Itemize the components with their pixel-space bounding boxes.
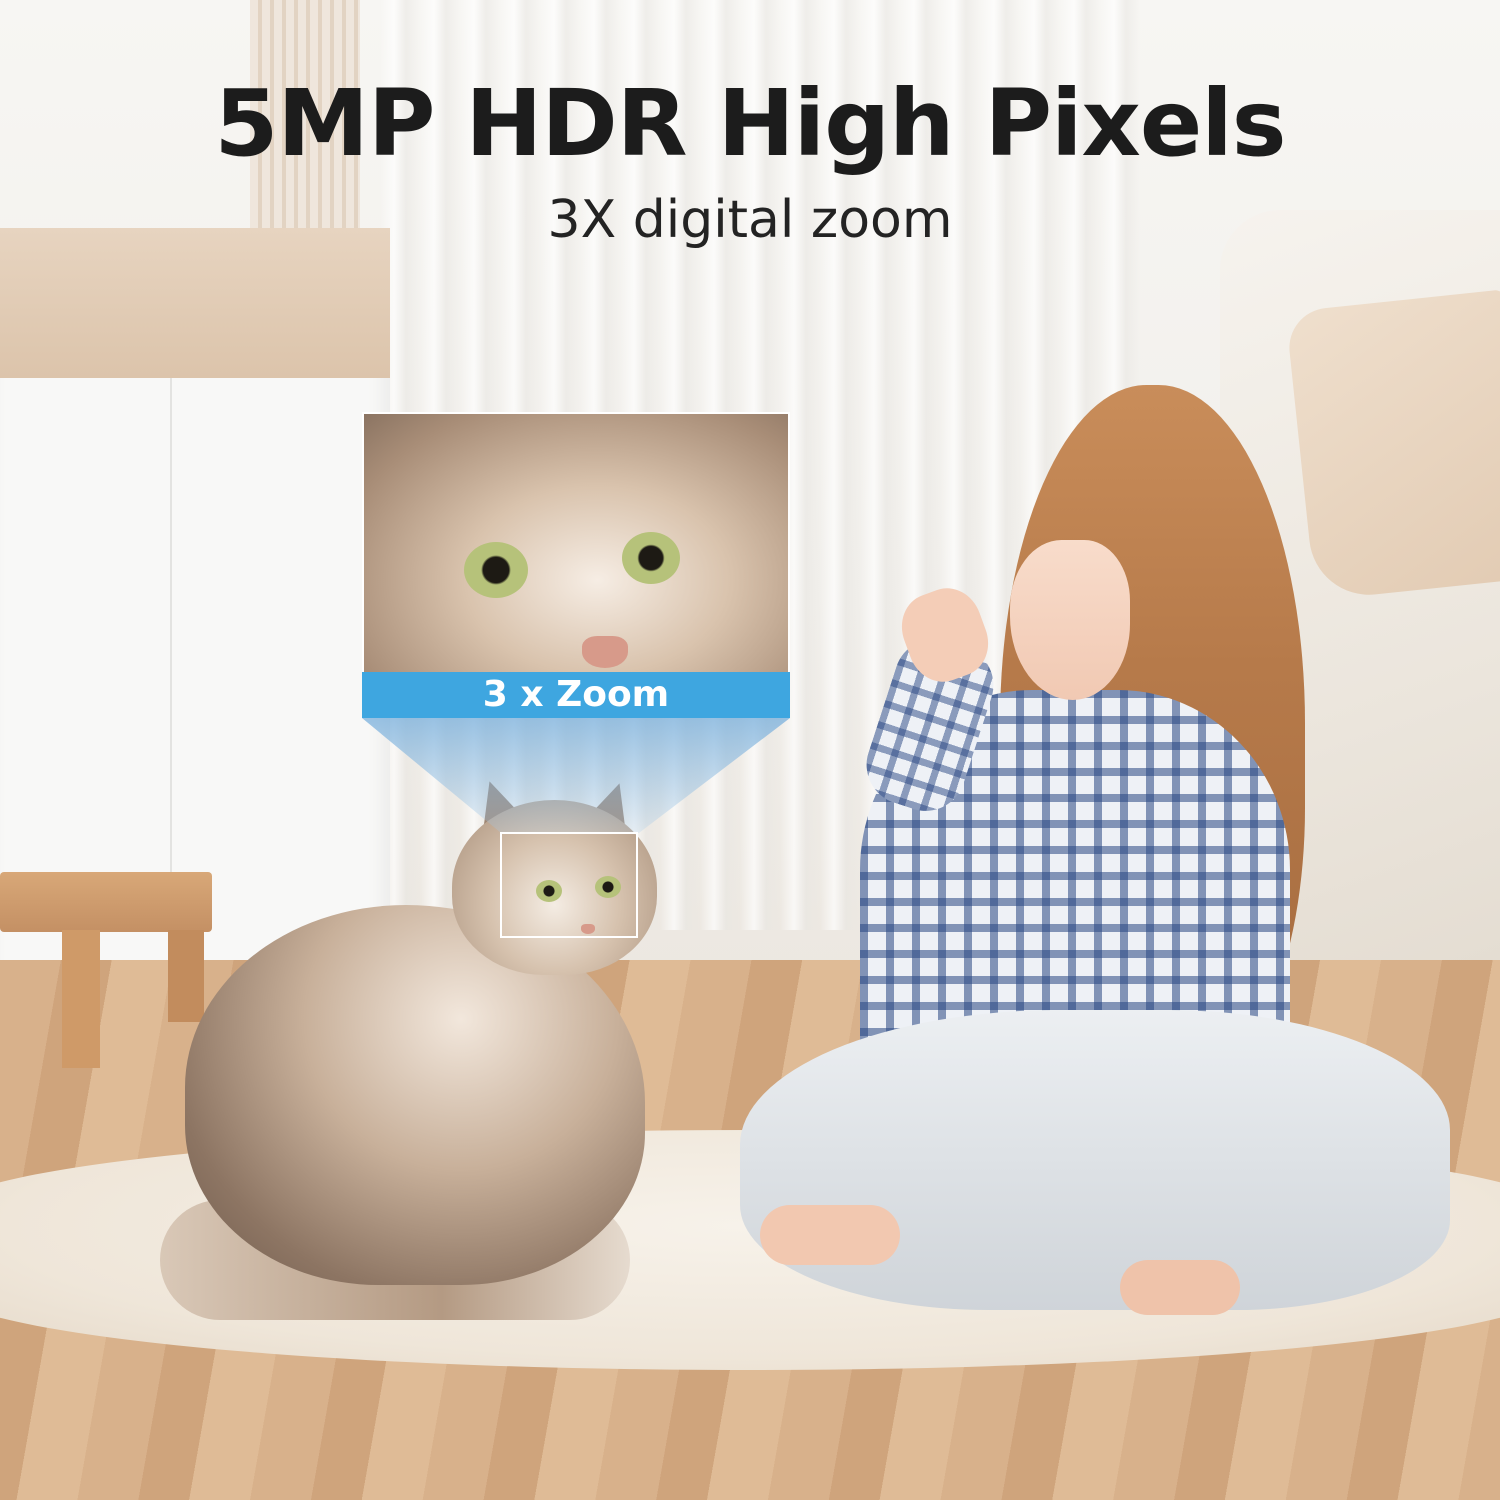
zoomed-cat-eye xyxy=(622,532,680,584)
zoom-label: 3 x Zoom xyxy=(482,674,670,715)
zoom-focus-frame xyxy=(500,832,638,938)
girl-legs xyxy=(740,1010,1450,1310)
wooden-stool xyxy=(0,872,212,932)
stool-leg xyxy=(168,930,204,1022)
cabinet-wood-drawer xyxy=(0,228,390,378)
girl-foot xyxy=(1120,1260,1240,1315)
zoomed-cat-nose xyxy=(582,636,628,668)
stool-leg xyxy=(62,930,100,1068)
girl-face xyxy=(1010,540,1130,700)
headline-subtitle: 3X digital zoom xyxy=(547,190,953,250)
product-photo: 5MP HDR High Pixels 3X digital zoom 3 x … xyxy=(0,0,1500,1500)
headline-title: 5MP HDR High Pixels xyxy=(214,70,1286,177)
sofa-pillow xyxy=(1285,289,1500,601)
girl-foot xyxy=(760,1205,900,1265)
zoomed-cat-eye xyxy=(464,542,528,598)
